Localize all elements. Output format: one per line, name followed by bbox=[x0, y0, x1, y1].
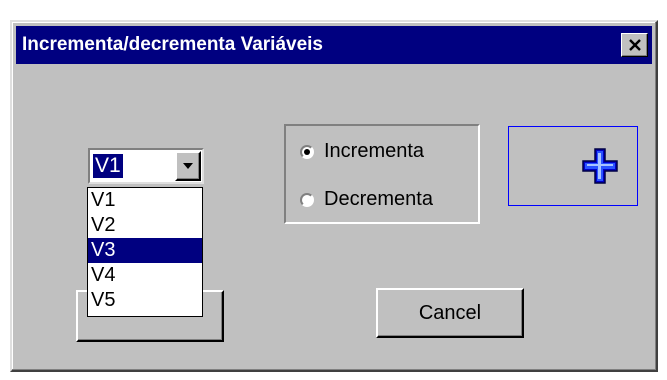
window-title: Incrementa/decrementa Variáveis bbox=[22, 34, 324, 55]
title-bar[interactable]: Incrementa/decrementa Variáveis bbox=[16, 26, 652, 64]
combo-dropdown-button[interactable] bbox=[175, 151, 201, 181]
variable-combo[interactable]: V1 bbox=[88, 148, 204, 184]
plus-icon bbox=[582, 148, 618, 184]
cancel-button[interactable]: Cancel bbox=[376, 288, 524, 338]
preview-box bbox=[508, 126, 638, 206]
radio-button-unchecked[interactable] bbox=[300, 192, 314, 207]
list-item-v1[interactable]: V1 bbox=[88, 188, 202, 213]
radio-button-checked[interactable] bbox=[300, 144, 314, 159]
radio-decrementa-label: Decrementa bbox=[324, 188, 433, 210]
cancel-button-label: Cancel bbox=[418, 301, 482, 324]
operation-radio-group: Incrementa Decrementa bbox=[284, 124, 480, 224]
radio-incrementa-label: Incrementa bbox=[324, 140, 425, 162]
radio-incrementa[interactable]: Incrementa bbox=[300, 140, 424, 163]
dialog-window: Incrementa/decrementa Variáveis V1 V1 V2… bbox=[10, 20, 658, 372]
list-item-v4[interactable]: V4 bbox=[88, 263, 202, 288]
variable-dropdown-list[interactable]: V1 V2 V3 V4 V5 bbox=[87, 187, 203, 317]
close-icon bbox=[628, 39, 641, 51]
list-item-v3[interactable]: V3 bbox=[88, 238, 202, 263]
list-item-v5[interactable]: V5 bbox=[88, 288, 202, 313]
list-item-v2[interactable]: V2 bbox=[88, 213, 202, 238]
combo-selected-value: V1 bbox=[93, 154, 123, 178]
radio-decrementa[interactable]: Decrementa bbox=[300, 188, 433, 211]
close-button[interactable] bbox=[621, 33, 648, 57]
chevron-down-icon bbox=[183, 163, 193, 169]
